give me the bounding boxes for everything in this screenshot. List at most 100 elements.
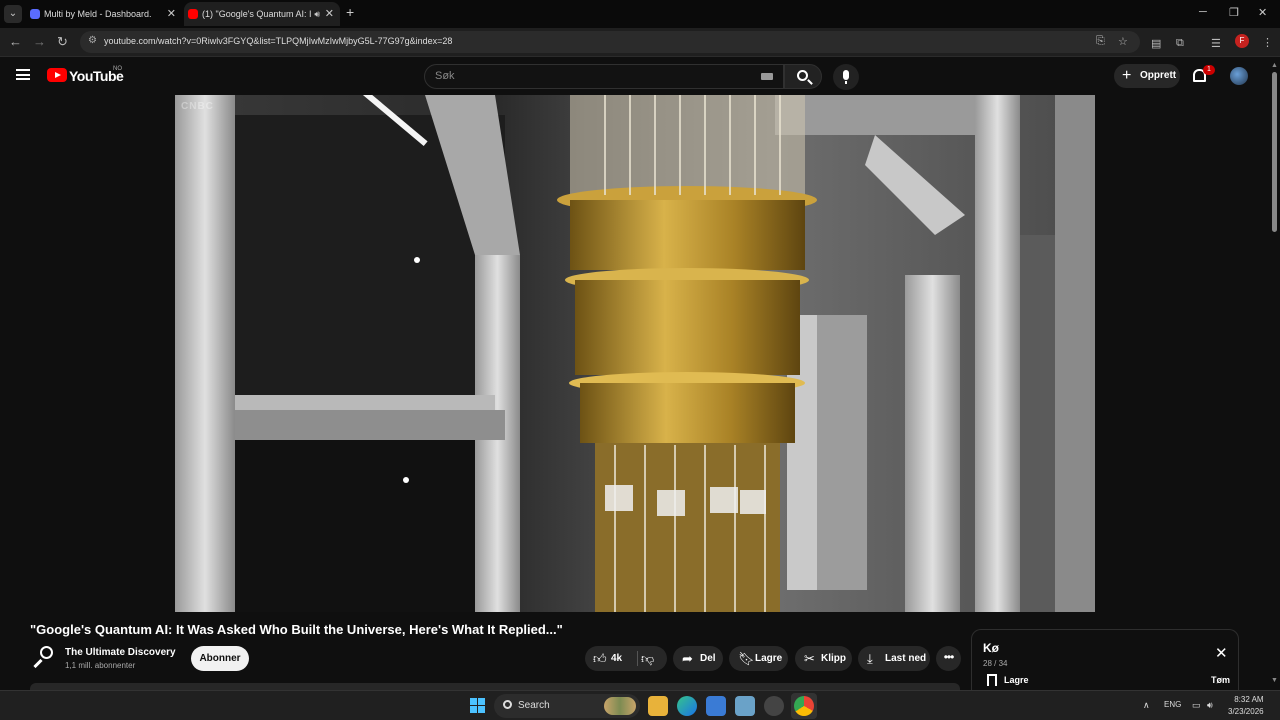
magnifier-logo-icon <box>40 646 53 659</box>
share-arrow-icon: ➦ <box>682 651 693 666</box>
close-tab-icon[interactable]: ✕ <box>325 2 334 26</box>
magnifier-handle <box>33 658 43 669</box>
clock-time: 8:32 AM <box>1234 695 1264 704</box>
extensions-icon[interactable]: ⧉ <box>1176 37 1184 50</box>
hamburger-menu-icon[interactable] <box>16 69 30 80</box>
app-icon[interactable] <box>706 696 726 716</box>
network-icon[interactable]: ▭ <box>1192 700 1201 711</box>
like-dislike-group: 👍︎ 4k 👎︎ <box>585 646 667 671</box>
save-label: Lagre <box>755 653 783 664</box>
video-frame-quantum-computer <box>175 95 1095 612</box>
voice-search-button[interactable] <box>833 64 859 90</box>
scroll-up-arrow-icon[interactable]: ▲ <box>1271 62 1278 69</box>
youtube-header: YouTube NO Søk + Opprett 1 <box>0 57 1280 95</box>
tray-chevron-icon[interactable]: ∧ <box>1143 700 1150 711</box>
back-icon[interactable]: ← <box>9 34 22 49</box>
search-button[interactable] <box>784 64 822 89</box>
notification-badge: 1 <box>1203 65 1215 75</box>
channel-name[interactable]: The Ultimate Discovery <box>65 647 176 658</box>
share-button[interactable]: ➦ Del <box>673 646 723 671</box>
scissors-icon: ✂ <box>804 651 815 666</box>
more-actions-icon[interactable]: ••• <box>936 646 961 671</box>
clip-button[interactable]: ✂ Klipp <box>795 646 852 671</box>
start-tile <box>470 706 477 713</box>
search-icon <box>797 70 808 81</box>
restore-icon[interactable]: ❐ <box>1229 6 1239 19</box>
like-divider <box>637 651 638 666</box>
download-button[interactable]: ⤓ Last ned <box>858 646 930 671</box>
youtube-favicon-icon <box>188 9 198 19</box>
cnbc-watermark: CNBC <box>181 101 214 112</box>
close-tab-icon[interactable]: ✕ <box>167 2 176 26</box>
clip-label: Klipp <box>821 653 846 664</box>
video-player[interactable]: CNBC <box>175 95 1095 612</box>
share-label: Del <box>700 653 716 664</box>
minimize-icon[interactable]: ─ <box>1199 6 1207 18</box>
account-avatar[interactable] <box>1230 67 1248 85</box>
new-tab-icon[interactable]: + <box>346 4 354 20</box>
like-count: 4k <box>611 653 623 664</box>
subscribe-button[interactable]: Abonner <box>191 646 249 671</box>
meld-favicon-icon <box>30 9 40 19</box>
subscriber-count: 1,1 mill. abonnenter <box>65 661 136 670</box>
dislike-button[interactable]: 👎︎ <box>641 646 654 671</box>
queue-save-button[interactable]: Lagre <box>1004 675 1029 685</box>
clock-date: 3/23/2026 <box>1228 707 1264 716</box>
address-toolbar: ← → ↻ ⚙ youtube.com/watch?v=0Riwlv3FGYQ&… <box>0 28 1280 57</box>
taskbar-search[interactable]: Search <box>494 694 640 718</box>
close-window-icon[interactable]: ✕ <box>1258 6 1267 19</box>
plus-icon: + <box>1122 67 1132 84</box>
menu-kebab-icon[interactable]: ⋮ <box>1262 36 1273 49</box>
search-icon <box>503 700 512 709</box>
create-button[interactable]: + Opprett <box>1114 64 1180 88</box>
profile-avatar[interactable]: F <box>1235 34 1249 48</box>
like-button[interactable]: 👍︎ <box>593 646 607 671</box>
audio-playing-icon[interactable]: 🔊︎ <box>314 2 320 26</box>
tab-search-icon[interactable]: ⌄ <box>4 5 22 23</box>
queue-panel: Kø 28 / 34 ✕ Lagre Tøm <box>971 629 1239 690</box>
file-explorer-icon[interactable] <box>648 696 668 716</box>
region-code: NO <box>113 66 122 72</box>
download-icon: ⤓ <box>867 651 873 666</box>
queue-clear-button[interactable]: Tøm <box>1211 675 1230 685</box>
taskbar-search-label: Search <box>518 700 550 711</box>
video-title: "Google's Quantum AI: It Was Asked Who B… <box>30 622 563 637</box>
cast-icon[interactable]: ▤ <box>1151 37 1161 50</box>
tab-multi-by-meld[interactable]: Multi by Meld - Dashboard. ✕ <box>26 2 182 26</box>
channel-avatar[interactable] <box>32 646 56 670</box>
tab-title: (1) "Google's Quantum AI: I <box>202 9 312 19</box>
volume-icon[interactable]: 🔊︎ <box>1207 700 1213 711</box>
url-text[interactable]: youtube.com/watch?v=0Riwlv3FGYQ&list=TLP… <box>104 36 452 46</box>
scroll-down-arrow-icon[interactable]: ▼ <box>1271 677 1278 684</box>
save-button[interactable]: 🔖︎ Lagre <box>729 646 788 671</box>
page-scrollbar-thumb[interactable] <box>1272 72 1277 232</box>
keyboard-icon[interactable] <box>761 73 773 80</box>
search-highlight-icon <box>604 697 636 715</box>
taskbar-clock[interactable]: 8:32 AM 3/23/2026 <box>1228 694 1264 718</box>
address-bar[interactable]: ⚙ youtube.com/watch?v=0Riwlv3FGYQ&list=T… <box>80 31 1140 53</box>
snipping-tool-icon[interactable] <box>735 696 755 716</box>
youtube-logo-icon[interactable] <box>47 68 67 82</box>
browser-tab-strip: ⌄ Multi by Meld - Dashboard. ✕ (1) "Goog… <box>0 0 1280 28</box>
recording-app-icon[interactable] <box>764 696 784 716</box>
forward-icon[interactable]: → <box>33 34 46 49</box>
tab-youtube-video[interactable]: (1) "Google's Quantum AI: I 🔊︎ ✕ <box>184 2 340 26</box>
media-controls-icon[interactable]: ☰ <box>1211 37 1221 50</box>
language-indicator[interactable]: ENG <box>1164 700 1181 709</box>
close-queue-icon[interactable]: ✕ <box>1215 644 1228 662</box>
queue-title: Kø <box>983 641 999 655</box>
bookmark-star-icon[interactable]: ☆ <box>1118 35 1128 48</box>
tab-title: Multi by Meld - Dashboard. <box>44 9 152 19</box>
edge-browser-icon[interactable] <box>677 696 697 716</box>
description-box[interactable] <box>30 683 960 690</box>
start-tile <box>478 698 485 705</box>
search-placeholder: Søk <box>435 70 455 82</box>
reload-icon[interactable]: ↻ <box>57 34 68 50</box>
start-tile <box>478 706 485 713</box>
install-app-icon[interactable]: ⎘ <box>1096 35 1105 48</box>
site-info-icon[interactable]: ⚙ <box>88 35 97 46</box>
bookmark-icon <box>987 674 997 686</box>
search-input[interactable]: Søk <box>424 64 784 89</box>
chrome-icon[interactable] <box>794 696 814 716</box>
windows-start-icon[interactable] <box>470 698 486 714</box>
